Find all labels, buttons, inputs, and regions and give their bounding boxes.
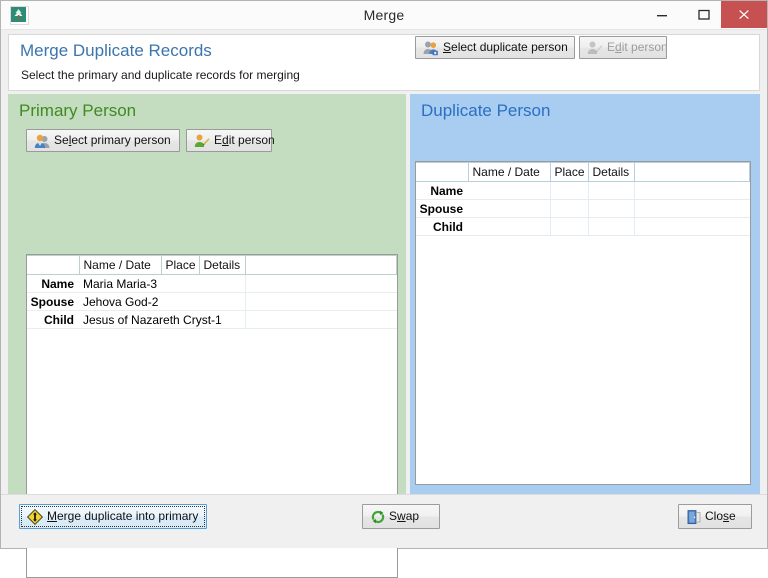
row-place-spouse xyxy=(550,199,589,218)
column-header-details[interactable]: Details xyxy=(587,162,635,182)
row-value-name: Maria Maria-3 xyxy=(79,274,246,293)
duplicate-person-table[interactable]: Name / Date Place Details Name Spouse Ch… xyxy=(415,161,751,485)
row-details-name xyxy=(588,181,635,200)
table-header-row: Name / Date Place Details xyxy=(27,255,397,275)
table-row[interactable]: Child xyxy=(416,217,750,236)
row-spacer-name xyxy=(245,274,397,293)
maximize-icon[interactable] xyxy=(683,1,725,28)
row-value-child: Jesus of Nazareth Cryst-1 xyxy=(79,310,246,329)
row-label-child: Child xyxy=(27,310,79,329)
swap-button[interactable]: Swap xyxy=(362,504,440,529)
table-row[interactable]: Spouse xyxy=(416,199,750,218)
row-details-spouse xyxy=(588,199,635,218)
two-people-icon xyxy=(34,133,50,149)
table-row[interactable]: Name Maria Maria-3 xyxy=(27,274,397,293)
swap-recycle-icon xyxy=(370,509,386,525)
row-value-name xyxy=(468,181,551,200)
row-label-child: Child xyxy=(416,217,468,236)
table-header-row: Name / Date Place Details xyxy=(416,162,750,182)
primary-person-title: Primary Person xyxy=(19,101,137,120)
duplicate-person-title: Duplicate Person xyxy=(421,101,551,120)
edit-duplicate-person-label: Edit person xyxy=(607,40,668,54)
merge-arrows-diamond-icon xyxy=(26,508,44,526)
row-spacer-name xyxy=(634,181,750,200)
column-header-blank[interactable] xyxy=(27,255,80,275)
person-edit-icon xyxy=(587,40,603,56)
column-header-place[interactable]: Place xyxy=(160,255,200,275)
column-header-details[interactable]: Details xyxy=(198,255,246,275)
select-primary-person-button[interactable]: Select primary person xyxy=(26,129,180,152)
row-value-child xyxy=(468,217,551,236)
table-row[interactable]: Child Jesus of Nazareth Cryst-1 xyxy=(27,310,397,329)
minimize-icon[interactable] xyxy=(641,1,683,28)
select-duplicate-person-button[interactable]: Select duplicate person xyxy=(415,36,575,59)
row-spacer-spouse xyxy=(245,292,397,311)
row-label-spouse: Spouse xyxy=(27,292,79,311)
edit-duplicate-person-button[interactable]: Edit person xyxy=(579,36,668,59)
row-spacer-spouse xyxy=(634,199,750,218)
row-label-spouse: Spouse xyxy=(416,199,468,218)
primary-person-panel: Primary Person Select primary person Edi… xyxy=(8,94,406,578)
two-people-add-icon xyxy=(423,40,439,56)
edit-primary-person-label: Edit person xyxy=(214,133,275,147)
column-header-spacer[interactable] xyxy=(244,255,397,275)
column-header-blank[interactable] xyxy=(416,162,469,182)
table-row[interactable]: Name xyxy=(416,181,750,200)
close-button[interactable]: Close xyxy=(678,504,752,529)
merge-duplicate-into-primary-label: Merge duplicate into primary xyxy=(47,509,199,523)
row-label-name: Name xyxy=(27,274,79,293)
merge-duplicate-into-primary-button[interactable]: Merge duplicate into primary xyxy=(19,504,207,529)
close-icon[interactable] xyxy=(721,1,767,28)
merge-dialog-window: Merge Merge Duplicate Records Select the… xyxy=(0,0,768,578)
row-details-child xyxy=(588,217,635,236)
select-primary-person-label: Select primary person xyxy=(54,133,171,147)
column-header-spacer[interactable] xyxy=(633,162,750,182)
column-header-name-date[interactable]: Name / Date xyxy=(78,255,162,275)
row-value-spouse: Jehova God-2 xyxy=(79,292,246,311)
row-value-spouse xyxy=(468,199,551,218)
table-row[interactable]: Spouse Jehova God-2 xyxy=(27,292,397,311)
footer-bar: Merge duplicate into primary Swap Close xyxy=(1,494,767,548)
page-title: Merge Duplicate Records xyxy=(20,41,212,60)
row-place-child xyxy=(550,217,589,236)
title-bar: Merge xyxy=(1,1,767,30)
row-place-name xyxy=(550,181,589,200)
column-header-place[interactable]: Place xyxy=(549,162,589,182)
page-subtitle: Select the primary and duplicate records… xyxy=(21,68,300,82)
swap-label: Swap xyxy=(389,509,420,523)
person-edit-icon xyxy=(194,133,210,149)
edit-primary-person-button[interactable]: Edit person xyxy=(186,129,275,152)
select-duplicate-person-label: Select duplicate person xyxy=(443,40,568,54)
row-spacer-child xyxy=(634,217,750,236)
row-label-name: Name xyxy=(416,181,468,200)
row-spacer-child xyxy=(245,310,397,329)
close-label: Close xyxy=(705,509,736,523)
door-exit-icon xyxy=(686,509,702,525)
column-header-name-date[interactable]: Name / Date xyxy=(467,162,551,182)
